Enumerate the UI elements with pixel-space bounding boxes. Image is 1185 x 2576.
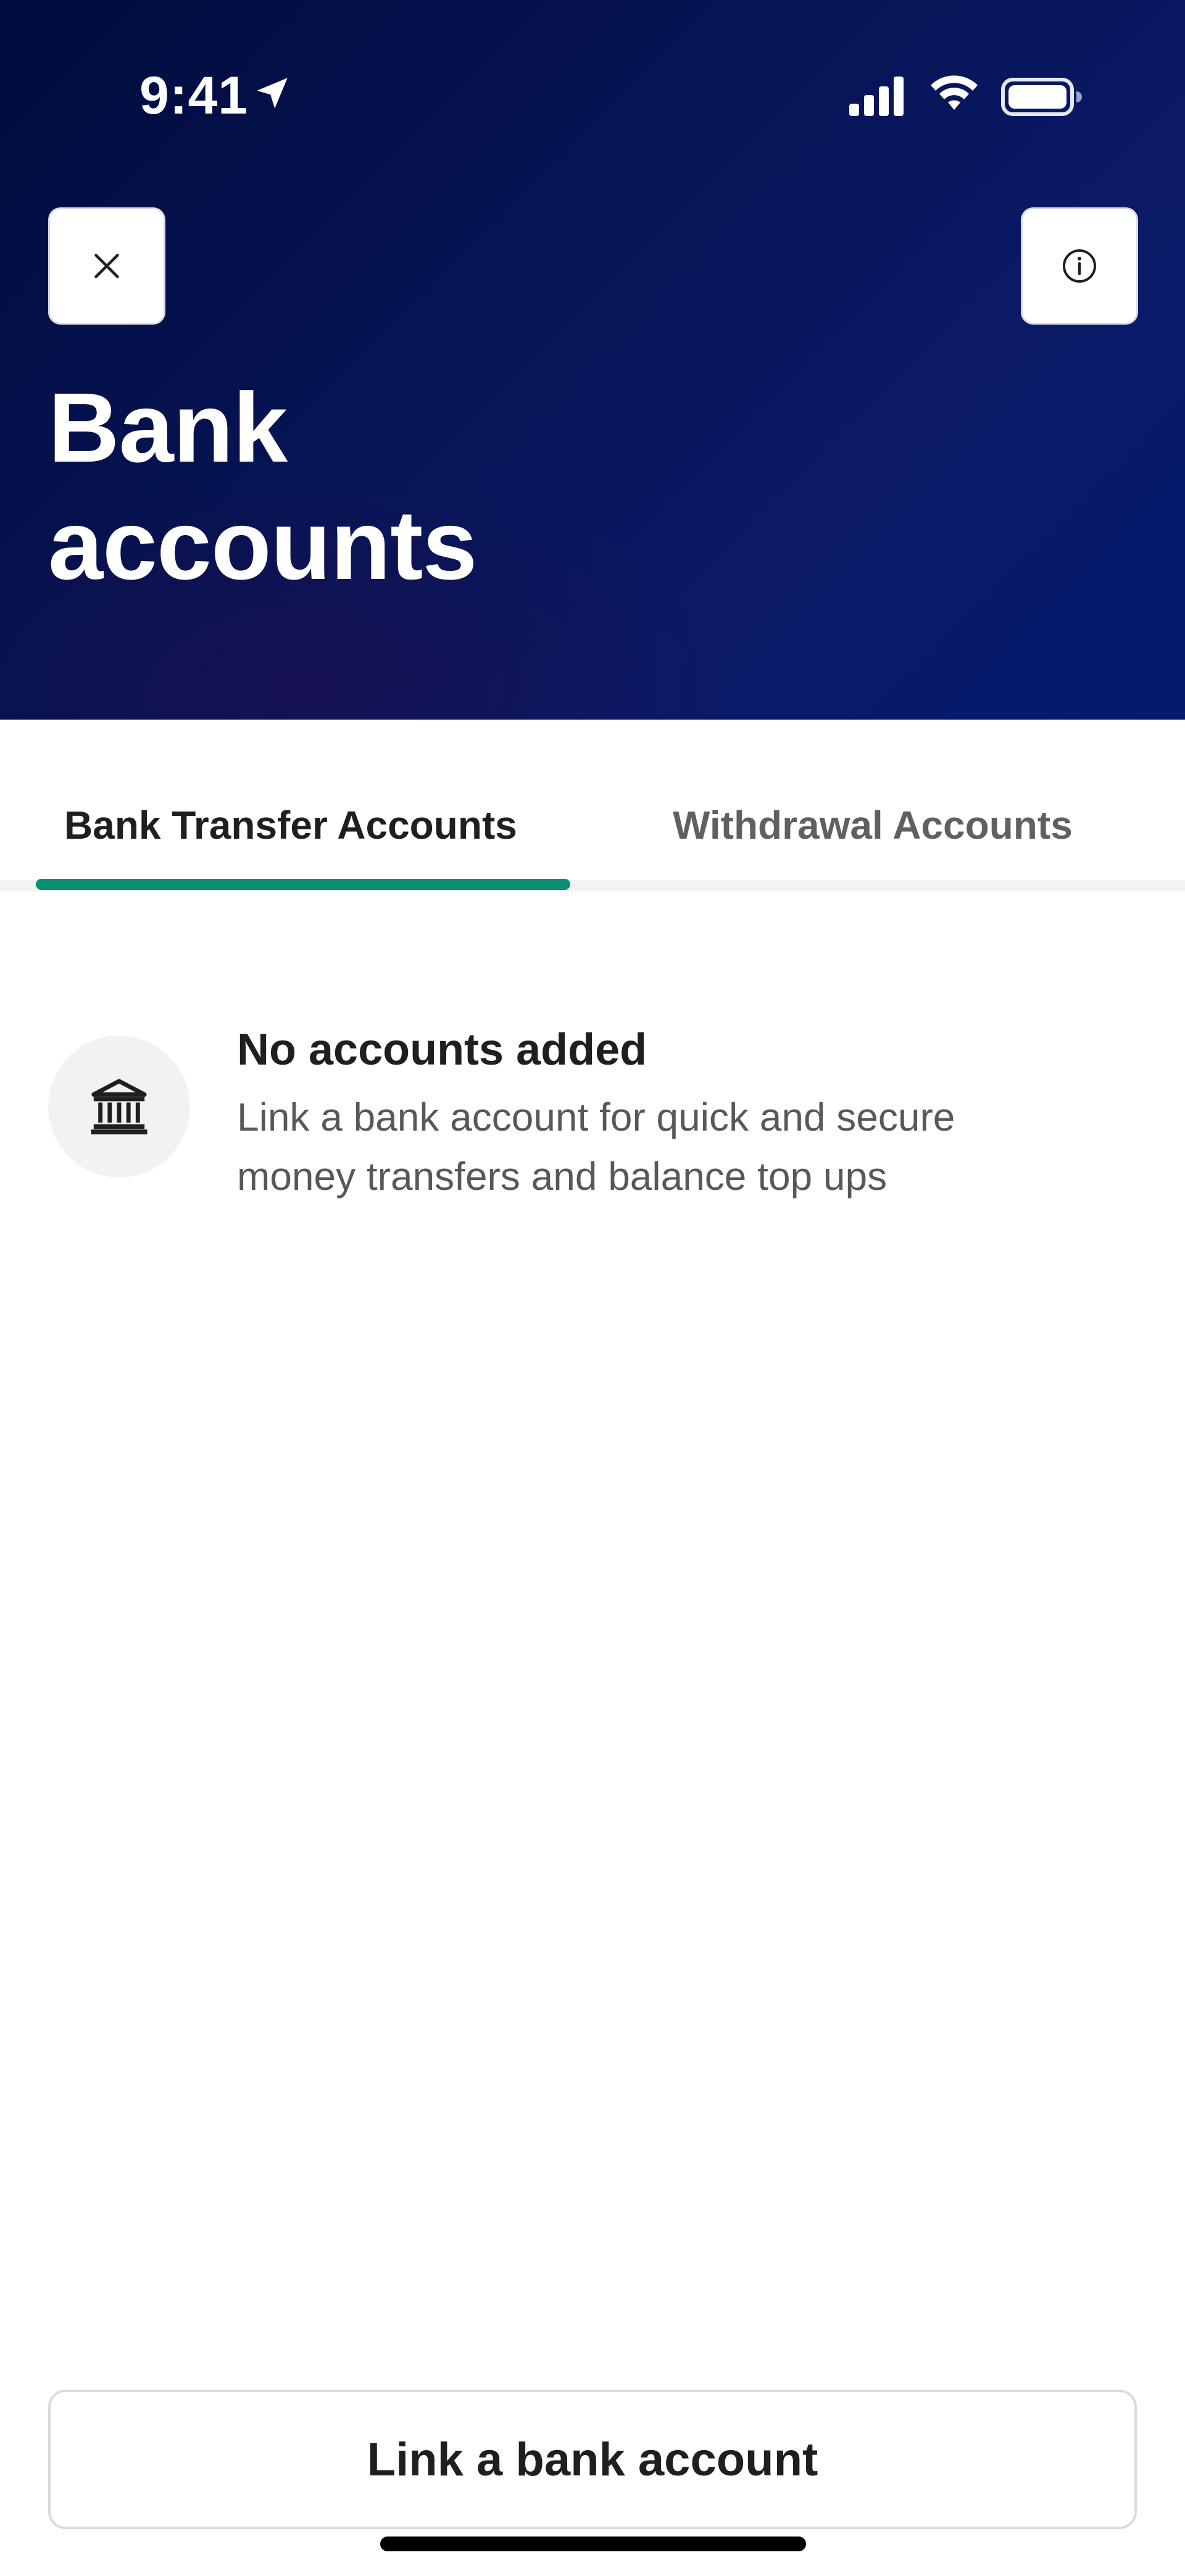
close-icon — [94, 254, 119, 278]
location-arrow-icon — [257, 78, 288, 109]
status-time: 9:41 — [139, 66, 249, 125]
cellular-signal-icon — [849, 77, 904, 116]
close-button[interactable] — [48, 207, 165, 325]
empty-state-description: Link a bank account for quick and secure… — [237, 1095, 955, 1199]
status-bar: 9:41 — [0, 0, 1185, 185]
home-indicator — [380, 2537, 806, 2551]
bank-icon — [91, 1079, 148, 1135]
battery-icon — [1001, 78, 1082, 116]
info-button[interactable] — [1021, 207, 1138, 325]
tab-bank-transfer-accounts[interactable]: Bank Transfer Accounts — [64, 802, 517, 848]
page-title-line-1: Bank — [48, 372, 288, 483]
bank-icon-container — [48, 1036, 190, 1178]
header-banner: 9:41 Bank accounts — [0, 0, 1185, 720]
empty-state-title: No accounts added — [237, 1025, 647, 1074]
link-bank-account-button[interactable]: Link a bank account — [48, 2390, 1137, 2529]
info-icon — [1063, 249, 1096, 283]
page-title-line-2: accounts — [48, 489, 477, 600]
page-title: Bank accounts — [48, 369, 789, 604]
wifi-icon — [931, 75, 978, 110]
tab-withdrawal-accounts[interactable]: Withdrawal Accounts — [673, 802, 1073, 848]
tab-active-indicator — [36, 879, 570, 890]
